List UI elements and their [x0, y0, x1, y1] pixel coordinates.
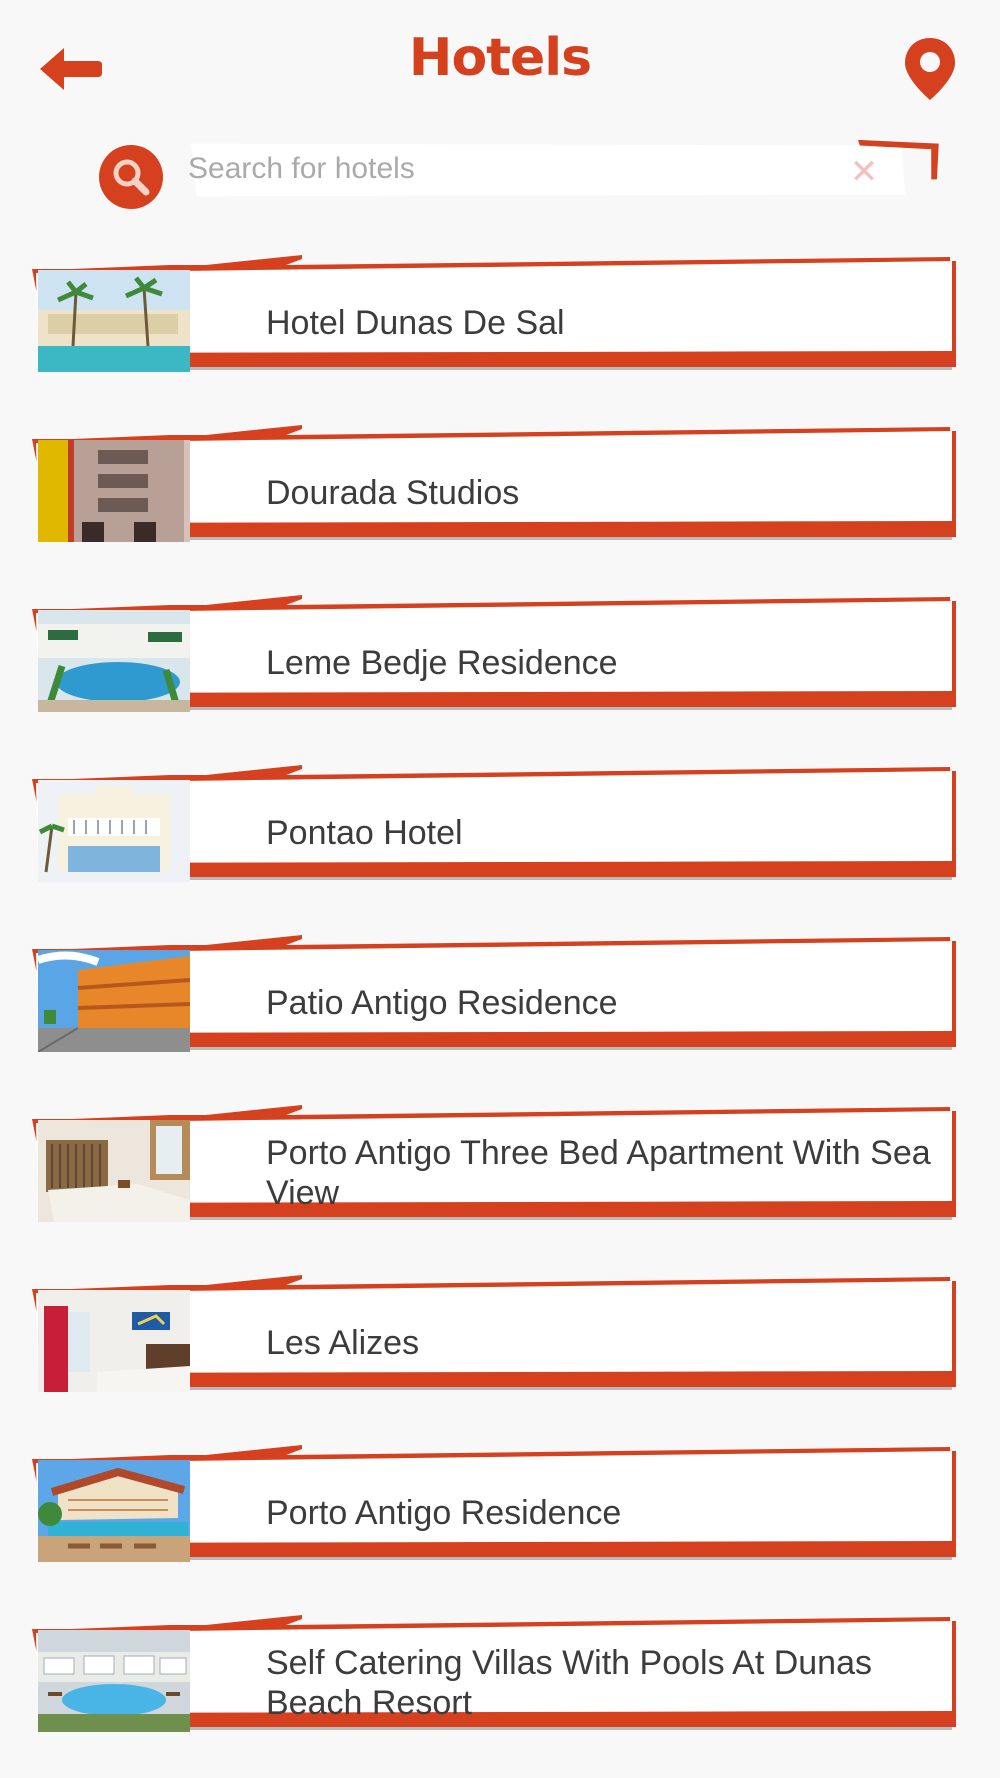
header: Hotels — [0, 0, 1000, 130]
page-title: Hotels — [408, 28, 592, 88]
hotel-thumbnail — [38, 610, 190, 712]
search-input[interactable] — [186, 146, 810, 192]
list-item[interactable]: Hotel Dunas De Sal — [30, 255, 960, 385]
map-button[interactable] — [902, 36, 958, 102]
list-item[interactable]: Porto Antigo Three Bed Apartment With Se… — [30, 1105, 960, 1235]
close-icon: ✕ — [849, 152, 879, 192]
search-bar: ✕ — [98, 136, 939, 214]
hotel-thumbnail — [38, 1290, 190, 1392]
hotel-name: Self Catering Villas With Pools At Dunas… — [266, 1644, 872, 1722]
hotel-thumbnail — [38, 780, 190, 882]
hotel-name: Leme Bedje Residence — [266, 644, 618, 682]
hotel-thumbnail — [38, 270, 190, 372]
search-icon — [99, 145, 163, 209]
list-item[interactable]: Dourada Studios — [30, 425, 960, 555]
hotel-thumbnail — [38, 1120, 190, 1222]
hotel-thumbnail — [38, 950, 190, 1052]
hotel-thumbnail — [38, 440, 190, 542]
hotel-thumbnail — [38, 1460, 190, 1562]
hotel-name: Dourada Studios — [266, 474, 520, 512]
hotel-name: Hotel Dunas De Sal — [266, 304, 565, 342]
hotel-thumbnail — [38, 1630, 190, 1732]
hotel-name: Porto Antigo Three Bed Apartment With Se… — [266, 1134, 931, 1212]
list-item[interactable]: Porto Antigo Residence — [30, 1445, 960, 1575]
clear-search-button[interactable]: ✕ — [842, 150, 886, 194]
map-pin-icon — [905, 38, 955, 100]
list-item[interactable]: Patio Antigo Residence — [30, 935, 960, 1065]
hotel-name: Pontao Hotel — [266, 814, 463, 852]
hotel-name: Patio Antigo Residence — [266, 984, 618, 1022]
search-button[interactable] — [98, 144, 164, 210]
hotel-name: Les Alizes — [266, 1324, 420, 1362]
list-item[interactable]: Leme Bedje Residence — [30, 595, 960, 725]
list-item[interactable]: Pontao Hotel — [30, 765, 960, 895]
list-item[interactable]: Self Catering Villas With Pools At Dunas… — [30, 1615, 960, 1745]
list-item[interactable]: Les Alizes — [30, 1275, 960, 1405]
hotel-name: Porto Antigo Residence — [266, 1494, 622, 1532]
